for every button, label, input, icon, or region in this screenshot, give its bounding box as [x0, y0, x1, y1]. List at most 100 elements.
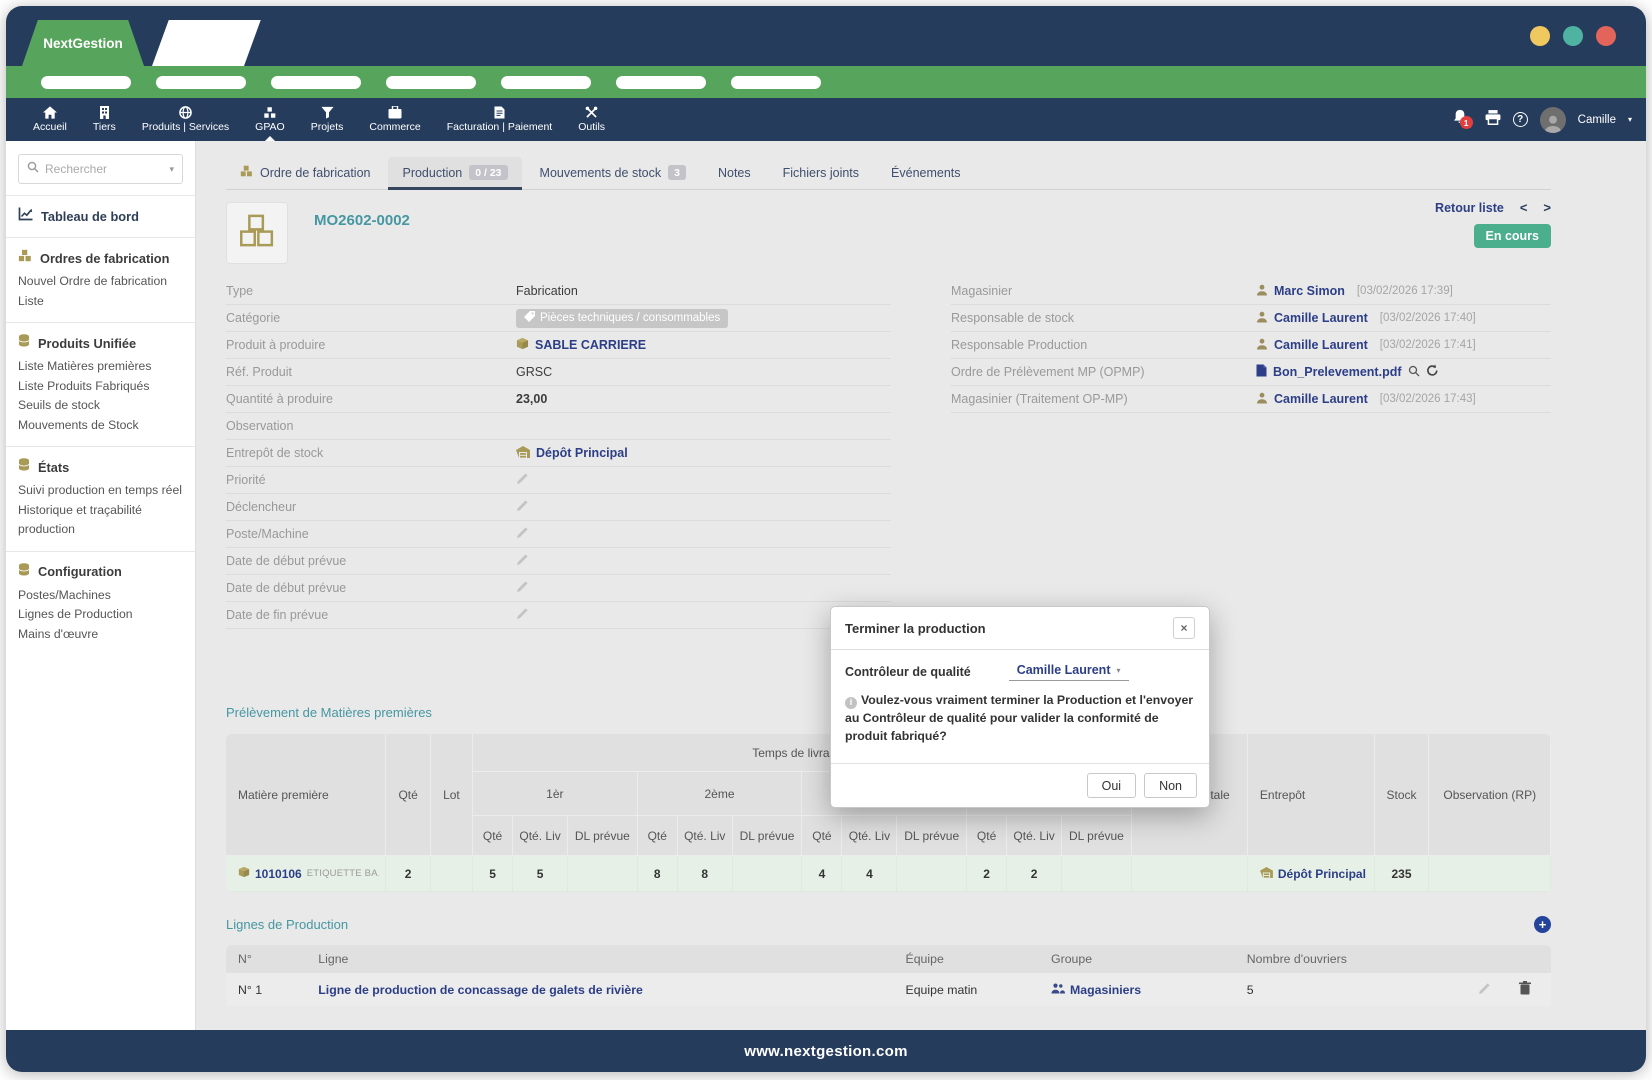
- user-link[interactable]: Camille Laurent: [1274, 311, 1368, 325]
- edit-pencil-icon[interactable]: [516, 526, 529, 542]
- nav-item-gpao[interactable]: GPAO: [242, 98, 298, 141]
- close-icon[interactable]: ×: [1173, 617, 1195, 639]
- group-link[interactable]: Magasiniers: [1070, 983, 1141, 997]
- tab-fichiers-joints[interactable]: Fichiers joints: [769, 158, 873, 189]
- search-icon: [27, 160, 39, 178]
- database-icon: [18, 458, 30, 476]
- edit-pencil-icon[interactable]: [516, 580, 529, 596]
- sidebar-item-suivi-prod[interactable]: Suivi production en temps réel: [18, 481, 183, 501]
- chevron-down-icon[interactable]: ▾: [169, 164, 174, 175]
- col-sub-dl-prevue: DL prévue: [1062, 816, 1132, 856]
- col-entrepot: Entrepôt: [1248, 734, 1375, 856]
- menu-pill[interactable]: [386, 76, 476, 89]
- notifications-button[interactable]: 1 ▾: [1452, 109, 1473, 130]
- search-input[interactable]: [45, 162, 163, 176]
- menu-pill[interactable]: [501, 76, 591, 89]
- menu-pill[interactable]: [731, 76, 821, 89]
- edit-pencil-icon[interactable]: [516, 472, 529, 488]
- material-code[interactable]: 1010106: [255, 867, 302, 881]
- sidebar-item-historique[interactable]: Historique et traçabilité production: [18, 501, 183, 540]
- details-left-column: Type Fabrication Catégorie Pièces techni…: [226, 278, 891, 629]
- brand-tab[interactable]: NextGestion: [22, 20, 144, 66]
- quality-controller-select[interactable]: Camille Laurent ▾: [1009, 663, 1129, 681]
- tab-badge: 0 / 23: [469, 165, 507, 180]
- col-stock: Stock: [1375, 734, 1430, 856]
- sidebar-item-nouvel-of[interactable]: Nouvel Ordre de fabrication: [18, 272, 183, 292]
- sidebar-item-lignes-prod[interactable]: Lignes de Production: [18, 605, 183, 625]
- col-sub-qte-liv: Qté. Liv: [1007, 816, 1062, 856]
- cell-g1-dl: [568, 856, 638, 892]
- sidebar-item-seuils[interactable]: Seuils de stock: [18, 396, 183, 416]
- trash-icon[interactable]: [1519, 981, 1531, 998]
- refresh-icon[interactable]: [1426, 364, 1439, 380]
- brand-slash-decoration: [152, 20, 261, 66]
- chevron-left-icon[interactable]: <: [1520, 200, 1528, 215]
- edit-pencil-icon[interactable]: [516, 553, 529, 569]
- chevron-right-icon[interactable]: >: [1543, 200, 1551, 215]
- tab-notes[interactable]: Notes: [704, 158, 765, 189]
- cell-observation: [1429, 856, 1551, 892]
- cell-num: N° 1: [226, 972, 306, 1006]
- modal-body: Contrôleur de qualité Camille Laurent ▾ …: [831, 650, 1209, 751]
- sidebar-item-postes[interactable]: Postes/Machines: [18, 586, 183, 606]
- sidebar-item-liste-mp[interactable]: Liste Matières premières: [18, 357, 183, 377]
- material-row[interactable]: 1010106ETIQUETTE BA... 2 5 5 8 8 4 4 2 2: [226, 856, 1551, 892]
- menu-pill[interactable]: [616, 76, 706, 89]
- tab-evenements[interactable]: Événements: [877, 158, 974, 189]
- order-header: MO2602-0002 Retour liste < > En cours: [226, 202, 1551, 264]
- cell-g3-dl: [897, 856, 967, 892]
- pdf-link[interactable]: Bon_Prelevement.pdf: [1273, 365, 1402, 379]
- avatar[interactable]: [1540, 107, 1566, 133]
- sidebar-item-dashboard[interactable]: Tableau de bord: [18, 207, 183, 226]
- user-link[interactable]: Camille Laurent: [1274, 392, 1368, 406]
- chevron-down-icon[interactable]: ▾: [1628, 115, 1632, 124]
- field-poste-machine: Poste/Machine: [226, 521, 891, 548]
- funnel-icon: [321, 106, 334, 119]
- help-button[interactable]: ?: [1513, 112, 1528, 127]
- confirm-yes-button[interactable]: Oui: [1087, 773, 1136, 798]
- user-link[interactable]: Camille Laurent: [1274, 338, 1368, 352]
- field-quantite: Quantité à produire 23,00: [226, 386, 891, 413]
- product-box-icon: [238, 866, 250, 881]
- edit-pencil-icon[interactable]: [1478, 982, 1491, 998]
- user-menu[interactable]: Camille: [1578, 114, 1616, 126]
- edit-pencil-icon[interactable]: [516, 607, 529, 623]
- col-lot: Lot: [431, 734, 473, 856]
- sidebar-item-liste-pf[interactable]: Liste Produits Fabriqués: [18, 377, 183, 397]
- sidebar-item-mains-oeuvre[interactable]: Mains d'œuvre: [18, 625, 183, 645]
- nav-item-commerce[interactable]: Commerce: [356, 98, 433, 141]
- nav-item-outils[interactable]: Outils: [565, 98, 618, 141]
- tab-bar: Ordre de fabrication Production 0 / 23 M…: [226, 157, 1551, 190]
- field-observation: Observation: [226, 413, 891, 440]
- product-link[interactable]: SABLE CARRIERE: [535, 338, 646, 352]
- confirm-no-button[interactable]: Non: [1144, 773, 1197, 798]
- nav-item-produits-services[interactable]: Produits | Services: [129, 98, 242, 141]
- production-line-row[interactable]: N° 1 Ligne de production de concassage d…: [226, 972, 1551, 1006]
- sidebar-item-mouvements[interactable]: Mouvements de Stock: [18, 416, 183, 436]
- main-panel: Ordre de fabrication Production 0 / 23 M…: [196, 141, 1646, 1030]
- sidebar-item-liste[interactable]: Liste: [18, 292, 183, 312]
- menu-pill[interactable]: [156, 76, 246, 89]
- col-group-2eme: 2ème: [638, 772, 803, 816]
- production-line-link[interactable]: Ligne de production de concassage de gal…: [318, 983, 643, 997]
- menu-pill[interactable]: [41, 76, 131, 89]
- magnifier-icon[interactable]: [1408, 365, 1420, 380]
- production-lines-table: N° Ligne Équipe Groupe Nombre d'ouvriers…: [226, 945, 1551, 1006]
- edit-pencil-icon[interactable]: [516, 499, 529, 515]
- nav-item-facturation[interactable]: Facturation | Paiement: [434, 98, 565, 141]
- warehouse-link[interactable]: Dépôt Principal: [536, 446, 628, 460]
- print-button[interactable]: [1485, 110, 1501, 130]
- menu-pill[interactable]: [271, 76, 361, 89]
- person-icon: [1256, 311, 1268, 326]
- tab-production[interactable]: Production 0 / 23: [388, 157, 521, 189]
- back-to-list-link[interactable]: Retour liste: [1435, 201, 1504, 215]
- add-production-line-button[interactable]: +: [1534, 916, 1551, 933]
- col-group-1er: 1èr: [473, 772, 638, 816]
- nav-item-projets[interactable]: Projets: [298, 98, 357, 141]
- tab-mouvements-de-stock[interactable]: Mouvements de stock 3: [526, 157, 700, 189]
- nav-item-tiers[interactable]: Tiers: [80, 98, 129, 141]
- tab-ordre-de-fabrication[interactable]: Ordre de fabrication: [226, 157, 384, 189]
- warehouse-link[interactable]: Dépôt Principal: [1278, 867, 1366, 881]
- user-link[interactable]: Marc Simon: [1274, 284, 1345, 298]
- nav-item-accueil[interactable]: Accueil: [20, 98, 80, 141]
